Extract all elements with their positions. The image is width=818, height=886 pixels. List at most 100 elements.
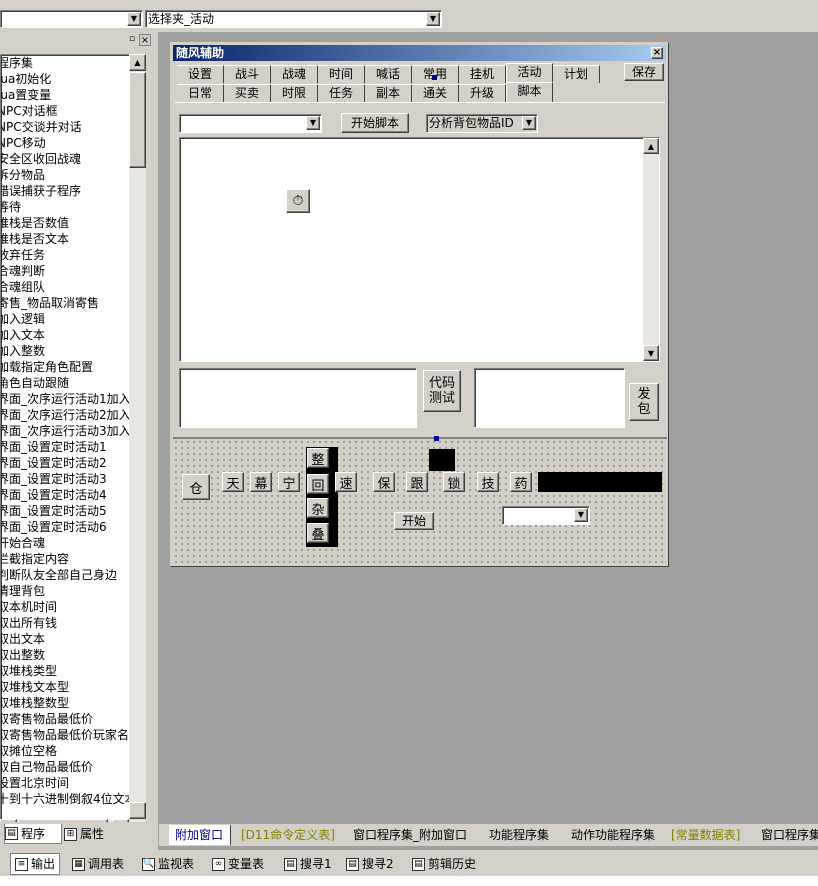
tree-item[interactable]: 拦截指定内容: [1, 551, 145, 567]
tab-tabs_row1-4[interactable]: 喊话: [365, 65, 412, 83]
ning-button[interactable]: 宁: [278, 472, 300, 492]
tree-item[interactable]: 取本机时间: [1, 599, 145, 615]
tree-item[interactable]: 堆栈是否数值: [1, 215, 145, 231]
send-packet-button[interactable]: 发 包: [629, 383, 659, 421]
start-script-button[interactable]: 开始脚本: [341, 113, 409, 133]
tree-item[interactable]: 取出整数: [1, 647, 145, 663]
zheng-button[interactable]: 整: [307, 448, 329, 468]
tree-item[interactable]: 拆分物品: [1, 167, 145, 183]
scroll-down-icon[interactable]: ▼: [643, 345, 659, 361]
tab-tabs_row2-5[interactable]: 通关: [412, 84, 459, 102]
form-designer[interactable]: 仓 天 幕 宁 整 回 杂 叠 速 保 跟 锁 技 药 开始 ▼: [173, 436, 667, 565]
hui-button[interactable]: 回: [307, 474, 329, 494]
tree-item[interactable]: 放弃任务: [1, 247, 145, 263]
za-button[interactable]: 杂: [307, 498, 329, 518]
close-icon[interactable]: ×: [651, 47, 663, 59]
tree-item[interactable]: 取自己物品最低价: [1, 759, 145, 775]
tree-item[interactable]: NPC对话框: [1, 103, 145, 119]
gen-button[interactable]: 跟: [406, 472, 428, 492]
tree-item[interactable]: 堆栈是否文本: [1, 231, 145, 247]
bao-button[interactable]: 保: [373, 472, 395, 492]
chevron-down-icon[interactable]: ▼: [426, 12, 440, 26]
tab-tabs_row1-7[interactable]: 活动: [506, 63, 553, 83]
tab-tabs_row1-0[interactable]: 设置: [177, 65, 224, 83]
tree-item[interactable]: 寄售_物品取消寄售: [1, 295, 145, 311]
tree-item[interactable]: 取出所有钱: [1, 615, 145, 631]
tree-item[interactable]: NPC交谈并对话: [1, 119, 145, 135]
yao-button[interactable]: 药: [510, 472, 532, 492]
black-bar[interactable]: [538, 472, 662, 492]
close-icon[interactable]: ×: [139, 34, 151, 46]
tab-property[interactable]: ⊞ 属性: [64, 824, 122, 844]
editor-tab[interactable]: 附加窗口: [169, 825, 231, 845]
start-button[interactable]: 开始: [394, 512, 434, 530]
tree-item[interactable]: 加载指定角色配置: [1, 359, 145, 375]
tree-item[interactable]: 判断队友全部自己身边: [1, 567, 145, 583]
tree-item[interactable]: 合魂组队: [1, 279, 145, 295]
minimize-icon[interactable]: ▫: [126, 34, 138, 46]
tab-tabs_row1-3[interactable]: 时间: [318, 65, 365, 83]
tree-item[interactable]: 清理背包: [1, 583, 145, 599]
script-editor[interactable]: ⏱: [179, 137, 660, 362]
tree-item[interactable]: lua初始化: [1, 71, 145, 87]
scroll-thumb[interactable]: [129, 72, 146, 168]
tree-item[interactable]: 开始合魂: [1, 535, 145, 551]
form-window[interactable]: 随风辅助 × 设置 战斗 战魂 时间 喊话 常用 挂机 活动 计划 日常 买卖 时限 任务 副本 通关 升级…: [170, 42, 669, 567]
class-combo[interactable]: ▼: [0, 10, 143, 28]
output-tab[interactable]: ≡ 输出: [10, 853, 61, 875]
code-test-button[interactable]: 代码 测试: [423, 370, 461, 412]
tree-item[interactable]: 界面_设置定时活动6: [1, 519, 145, 535]
tree-item[interactable]: 加入逻辑: [1, 311, 145, 327]
tab-tabs_row2-2[interactable]: 时限: [271, 84, 318, 102]
tree-item[interactable]: 界面_次序运行活动1加入: [1, 391, 145, 407]
window-titlebar[interactable]: 随风辅助 ×: [173, 45, 666, 61]
tab-tabs_row1-1[interactable]: 战斗: [224, 65, 271, 83]
tree-item[interactable]: 界面_设置定时活动3: [1, 471, 145, 487]
tree-item[interactable]: 界面_次序运行活动2加入: [1, 407, 145, 423]
selection-handle[interactable]: [434, 436, 439, 441]
tree-item[interactable]: 等待: [1, 199, 145, 215]
output-tab[interactable]: ▤ 剪辑历史: [408, 853, 480, 875]
designer-select[interactable]: ▼: [502, 506, 590, 525]
tree-item[interactable]: 合魂判断: [1, 263, 145, 279]
code-input[interactable]: [179, 368, 417, 428]
editor-vscrollbar[interactable]: ▲ ▼: [643, 138, 659, 361]
tree-item[interactable]: 取堆栈类型: [1, 663, 145, 679]
su-button[interactable]: 速: [335, 472, 357, 492]
cang-button[interactable]: 仓: [182, 474, 210, 500]
tree-item[interactable]: 界面_设置定时活动2: [1, 455, 145, 471]
save-button[interactable]: 保存: [624, 63, 664, 81]
tree-item[interactable]: 界面_次序运行活动3加入: [1, 423, 145, 439]
suo-button[interactable]: 锁: [443, 472, 465, 492]
tree-item[interactable]: 设置北京时间: [1, 775, 145, 791]
tree-item[interactable]: NPC移动: [1, 135, 145, 151]
tree-item[interactable]: 取摊位空格: [1, 743, 145, 759]
output-tab[interactable]: ▦ 调用表: [68, 853, 128, 875]
scroll-up-icon[interactable]: ▲: [643, 138, 659, 154]
editor-tab[interactable]: 功能程序集: [483, 825, 561, 845]
tree-item[interactable]: 界面_设置定时活动4: [1, 487, 145, 503]
tree-item[interactable]: 错误捕获子程序: [1, 183, 145, 199]
tree-item[interactable]: 界面_设置定时活动1: [1, 439, 145, 455]
tab-tabs_row2-1[interactable]: 买卖: [224, 84, 271, 102]
tab-tabs_row2-4[interactable]: 副本: [365, 84, 412, 102]
analyze-select[interactable]: 分析背包物品ID ▼: [426, 114, 538, 133]
tab-tabs_row1-8[interactable]: 计划: [553, 65, 600, 83]
tree-item[interactable]: 角色自动跟随: [1, 375, 145, 391]
editor-tab[interactable]: [常量数据表]: [665, 825, 751, 845]
tree-item[interactable]: 加入整数: [1, 343, 145, 359]
tree-item[interactable]: 取堆栈文本型: [1, 679, 145, 695]
chevron-down-icon[interactable]: ▼: [522, 116, 536, 130]
tree-item[interactable]: 取堆栈整数型: [1, 695, 145, 711]
tab-tabs_row1-6[interactable]: 挂机: [459, 65, 506, 83]
tree-item[interactable]: 取寄售物品最低价玩家名: [1, 727, 145, 743]
editor-tab[interactable]: 窗口程序集: [755, 825, 818, 845]
script-select[interactable]: ▼: [179, 114, 322, 133]
chevron-down-icon[interactable]: ▼: [574, 508, 588, 522]
tree-item[interactable]: 取寄售物品最低价: [1, 711, 145, 727]
editor-tab[interactable]: 窗口程序集_附加窗口: [347, 825, 479, 845]
scroll-up-icon[interactable]: ▲: [129, 54, 146, 71]
method-combo[interactable]: 选择夹_活动 ▼: [145, 10, 442, 28]
die-button[interactable]: 叠: [307, 523, 329, 543]
tree-vscrollbar[interactable]: ▲ ▼: [129, 54, 146, 837]
